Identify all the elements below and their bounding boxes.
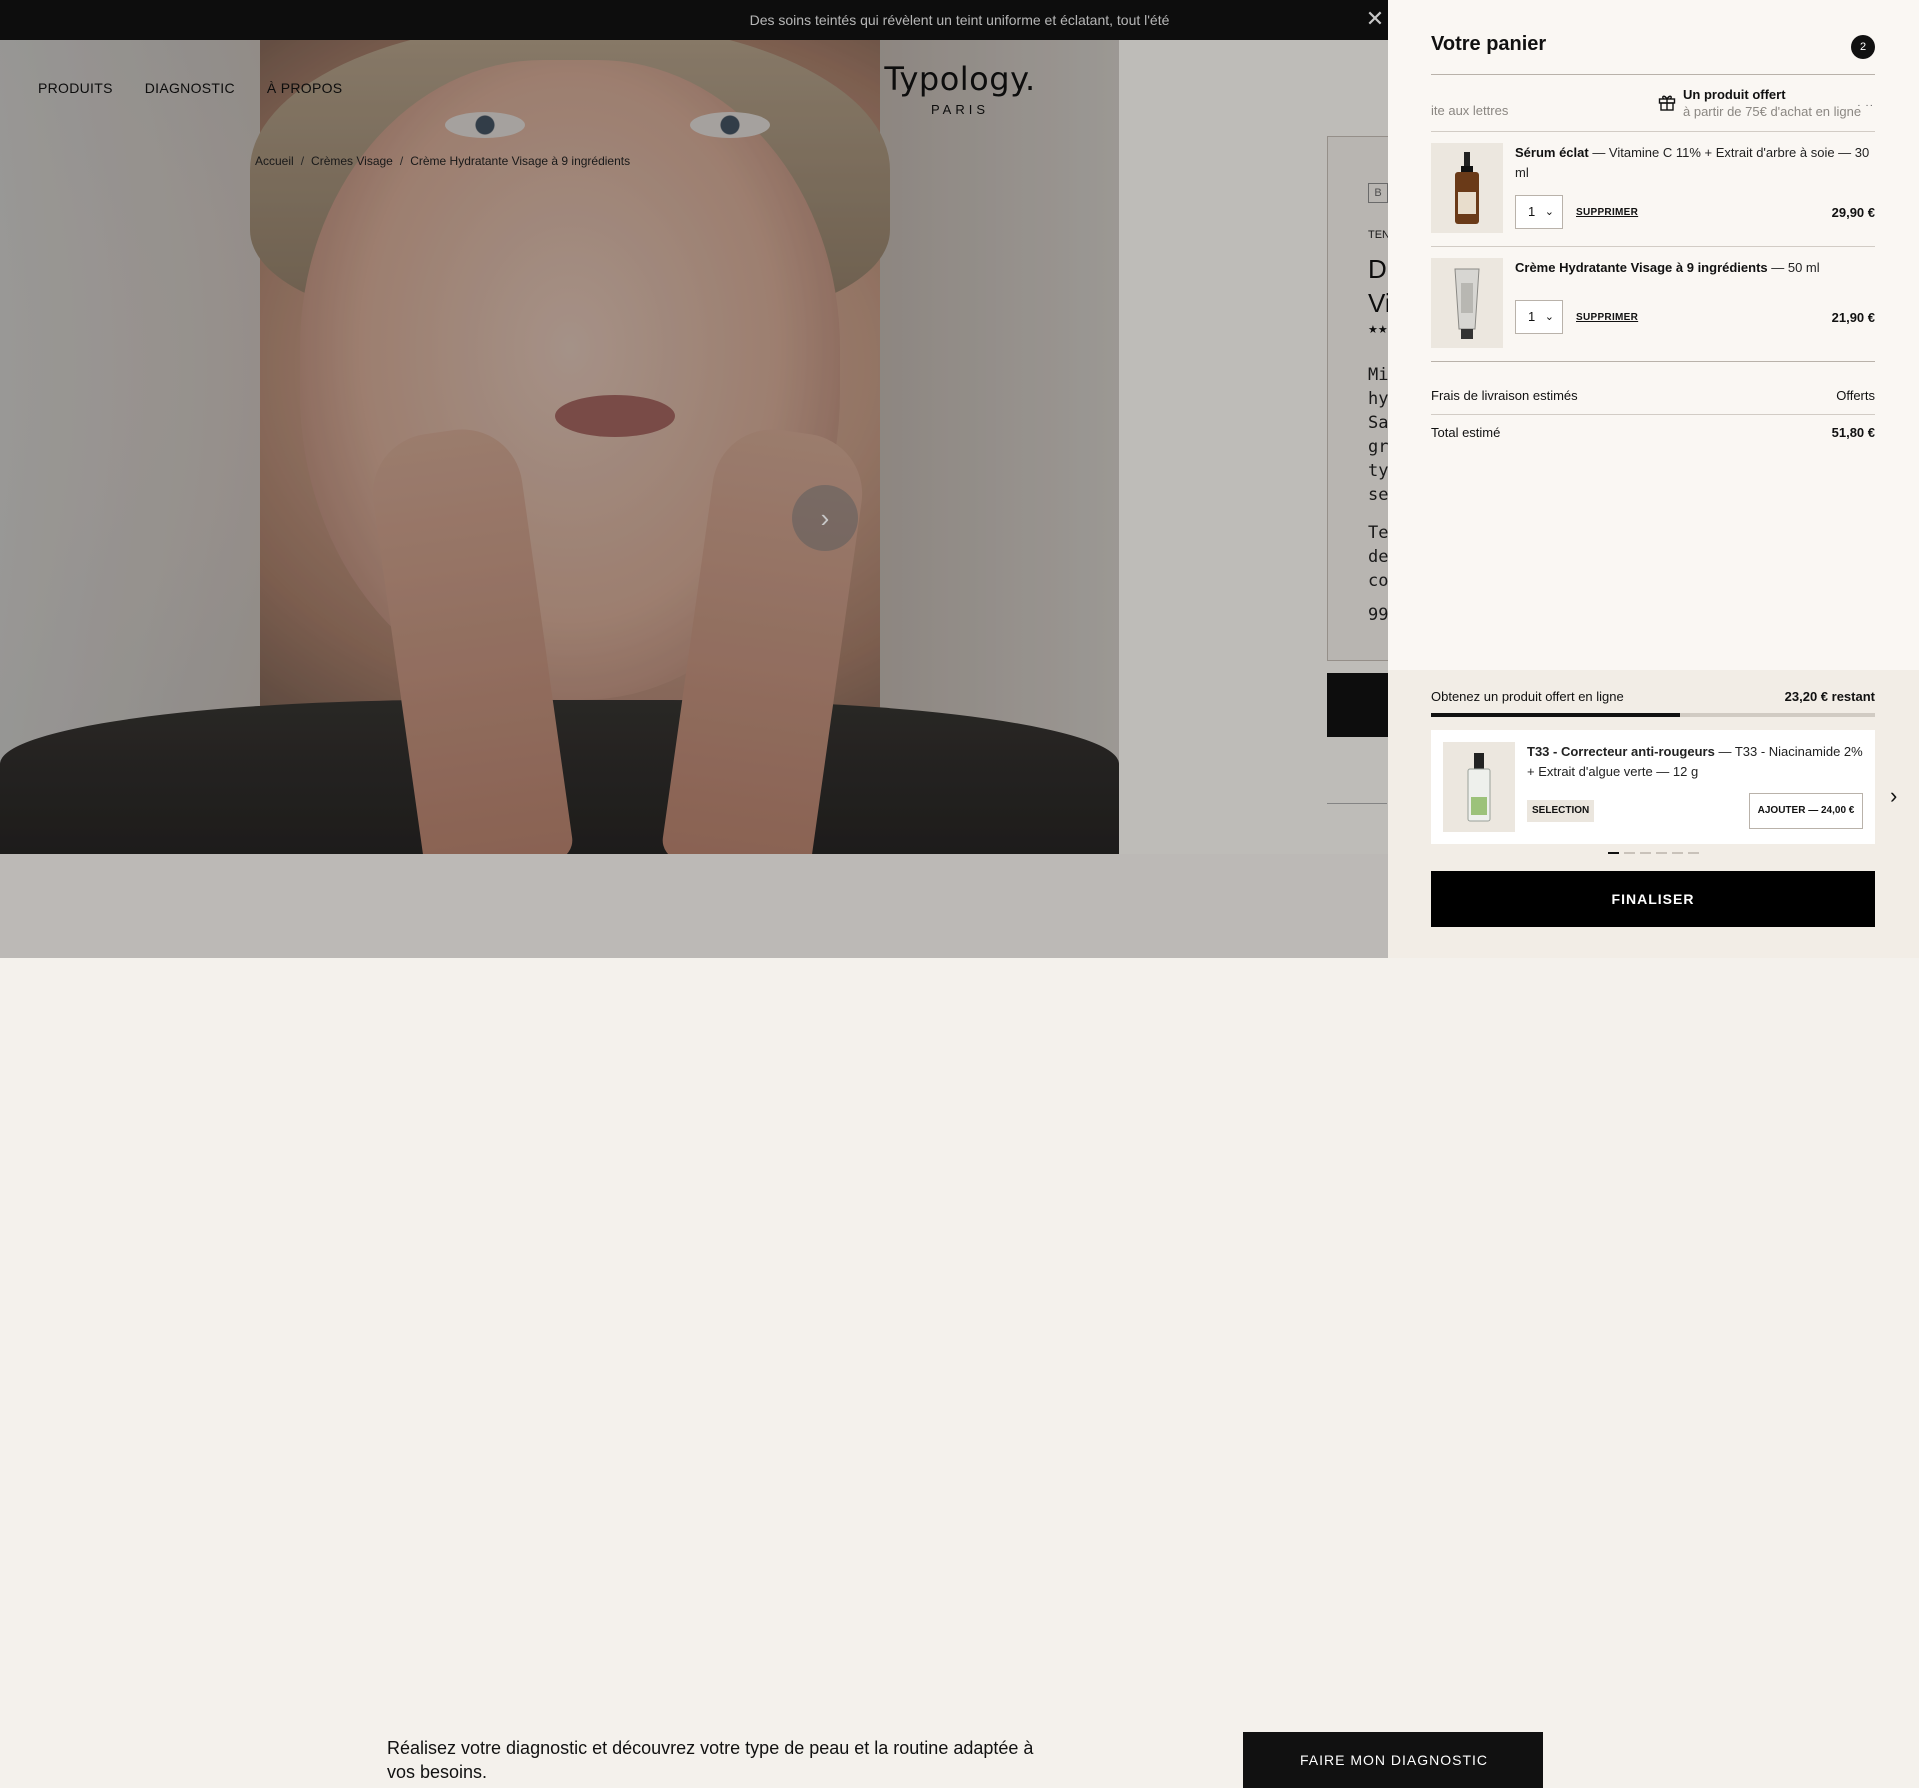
- serum-bottle-image: [1455, 152, 1479, 224]
- total-label: Total estimé: [1431, 425, 1501, 440]
- selection-badge: SELECTION: [1527, 800, 1595, 822]
- cart-drawer: Votre panier 2 ite aux lettres Un produi…: [1388, 0, 1919, 958]
- item-description: Crème Hydratante Visage à 9 ingrédients …: [1515, 258, 1875, 278]
- promo-pagination: · ··: [1857, 100, 1874, 111]
- upsell-add-button[interactable]: AJOUTER — 24,00 €: [1749, 793, 1863, 829]
- divider: [1431, 361, 1875, 362]
- divider: [1431, 74, 1875, 75]
- pagination-dot[interactable]: [1608, 852, 1619, 854]
- offer-progress-fill: [1431, 713, 1680, 717]
- item-price: 29,90 €: [1831, 205, 1875, 220]
- pagination-dot[interactable]: [1672, 852, 1683, 854]
- pagination-dot[interactable]: [1624, 852, 1635, 854]
- divider: [1431, 246, 1875, 247]
- corrector-bottle-image: [1467, 753, 1491, 822]
- cart-title: Votre panier: [1431, 33, 1547, 55]
- pagination-dot[interactable]: [1640, 852, 1651, 854]
- remove-button[interactable]: SUPPRIMER: [1576, 207, 1638, 218]
- product-thumbnail[interactable]: [1431, 143, 1503, 233]
- promo-subtitle: à partir de 75€ d'achat en ligne: [1683, 104, 1862, 119]
- item-detail: — 50 ml: [1767, 260, 1820, 275]
- cart-header: Votre panier 2: [1431, 33, 1875, 73]
- pagination-dot[interactable]: [1656, 852, 1667, 854]
- promo-banner: Un produit offert à partir de 75€ d'acha…: [1658, 86, 1875, 122]
- offer-label: Obtenez un produit offert en ligne: [1431, 689, 1624, 704]
- upsell-thumbnail[interactable]: [1443, 742, 1515, 832]
- item-name[interactable]: Sérum éclat: [1515, 145, 1589, 160]
- shipping-row: Frais de livraison estimés Offerts: [1431, 388, 1875, 403]
- page-overlay[interactable]: [0, 0, 1388, 958]
- quantity-value: 1: [1528, 204, 1536, 219]
- total-value: 51,80 €: [1831, 425, 1875, 440]
- promo-title: Un produit offert: [1683, 87, 1786, 102]
- upsell-name[interactable]: T33 - Correcteur anti-rougeurs: [1527, 744, 1715, 759]
- chevron-right-icon: ›: [1890, 783, 1898, 808]
- total-row: Total estimé 51,80 €: [1431, 425, 1875, 440]
- shipping-value: Offerts: [1836, 388, 1875, 403]
- cart-count-badge: 2: [1851, 35, 1875, 59]
- divider: [1431, 414, 1875, 415]
- offer-progress-bar: [1431, 713, 1875, 717]
- product-thumbnail[interactable]: [1431, 258, 1503, 348]
- cart-item: Sérum éclat — Vitamine C 11% + Extrait d…: [1431, 133, 1875, 243]
- cream-tube-image: [1454, 268, 1480, 339]
- gift-icon: [1658, 95, 1676, 111]
- chevron-down-icon: ⌄: [1544, 311, 1554, 323]
- item-name[interactable]: Crème Hydratante Visage à 9 ingrédients: [1515, 260, 1768, 275]
- offer-remaining: 23,20 € restant: [1784, 689, 1875, 704]
- shipping-label: Frais de livraison estimés: [1431, 388, 1578, 403]
- upsell-next-button[interactable]: ›: [1890, 783, 1897, 809]
- cart-item: Crème Hydratante Visage à 9 ingrédients …: [1431, 248, 1875, 358]
- chevron-down-icon: ⌄: [1544, 206, 1554, 218]
- upsell-pagination: [1608, 852, 1699, 854]
- checkout-button[interactable]: FINALISER: [1431, 871, 1875, 927]
- quantity-select[interactable]: 1 ⌄: [1515, 195, 1563, 229]
- item-description: Sérum éclat — Vitamine C 11% + Extrait d…: [1515, 143, 1875, 183]
- remove-button[interactable]: SUPPRIMER: [1576, 312, 1638, 323]
- promo-banner-left: ite aux lettres: [1431, 103, 1509, 118]
- item-price: 21,90 €: [1831, 310, 1875, 325]
- pagination-dot[interactable]: [1688, 852, 1699, 854]
- divider: [1431, 131, 1875, 132]
- quantity-value: 1: [1528, 309, 1536, 324]
- diagnostic-button[interactable]: FAIRE MON DIAGNOSTIC: [1243, 1732, 1543, 1788]
- diagnostic-text: Réalisez votre diagnostic et découvrez v…: [387, 1738, 1034, 1782]
- upsell-card: T33 - Correcteur anti-rougeurs — T33 - N…: [1431, 730, 1875, 844]
- upsell-description: T33 - Correcteur anti-rougeurs — T33 - N…: [1527, 742, 1867, 782]
- free-gift-panel: Obtenez un produit offert en ligne 23,20…: [1388, 670, 1919, 958]
- quantity-select[interactable]: 1 ⌄: [1515, 300, 1563, 334]
